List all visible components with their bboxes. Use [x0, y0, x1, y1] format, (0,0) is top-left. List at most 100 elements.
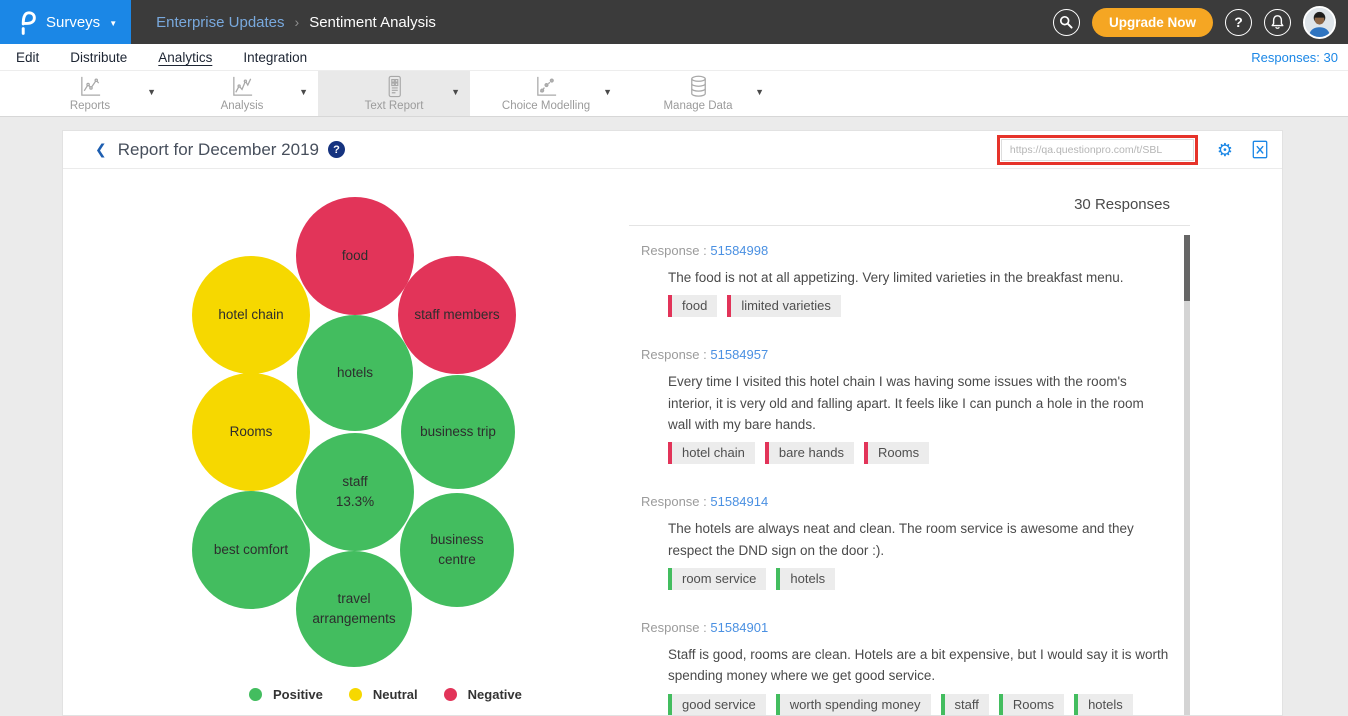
tag-hotels[interactable]: hotels	[776, 568, 835, 590]
upgrade-now-button[interactable]: Upgrade Now	[1092, 8, 1213, 37]
chart-legend: PositiveNeutralNegative	[249, 687, 522, 702]
legend-negative: Negative	[444, 687, 522, 702]
report-header: ❮ Report for December 2019 ? https://qa.…	[63, 131, 1282, 169]
bubble-staff[interactable]: staff13.3%	[296, 433, 414, 551]
response-item: Response : 51584914 The hotels are always…	[641, 494, 1170, 590]
choice-modelling-icon	[534, 75, 559, 99]
bubble-business-trip[interactable]: business trip	[401, 375, 515, 489]
responses-panel: 30 Responses Response : 51584998The food…	[629, 169, 1190, 715]
response-label: Response :	[641, 620, 710, 635]
line-chart-icon	[78, 75, 103, 99]
product-switcher-label: Surveys	[46, 14, 100, 31]
tag-hotel-chain[interactable]: hotel chain	[668, 442, 755, 464]
toolbar-text-report[interactable]: Text Report▼	[318, 71, 470, 116]
settings-gear-icon[interactable]: ⚙	[1217, 141, 1233, 159]
help-button[interactable]: ?	[1225, 9, 1252, 36]
bubble-label: food	[342, 246, 368, 266]
response-item: Response : 51584901 Staff is good, rooms …	[641, 620, 1170, 715]
response-tags: room service hotels	[668, 568, 1170, 590]
tag-staff[interactable]: staff	[941, 694, 989, 715]
response-text: Staff is good, rooms are clean. Hotels a…	[668, 644, 1170, 687]
response-label: Response :	[641, 347, 710, 362]
back-button[interactable]: ❮	[95, 141, 107, 158]
bell-icon	[1270, 14, 1285, 30]
response-label: Response :	[641, 243, 710, 258]
legend-dot	[349, 688, 362, 701]
scrollbar-thumb[interactable]	[1184, 235, 1190, 301]
nav-tab-edit[interactable]: Edit	[16, 50, 39, 65]
responses-count[interactable]: Responses: 30	[1251, 50, 1338, 65]
bubble-label: hotels	[337, 363, 373, 383]
response-item: Response : 51584957Every time I visited …	[641, 347, 1170, 464]
bubble-travel-arrangements[interactable]: travel arrangements	[296, 551, 412, 667]
toolbar-item-label: Analysis	[221, 100, 264, 112]
tag-room-service[interactable]: room service	[668, 568, 766, 590]
topbar-actions: Upgrade Now ?	[1053, 6, 1348, 39]
bubble-hotel-chain[interactable]: hotel chain	[192, 256, 310, 374]
bubble-label: business centre	[410, 530, 503, 569]
response-id-link[interactable]: 51584998	[710, 243, 768, 258]
toolbar-choice-modelling[interactable]: Choice Modelling▼	[470, 71, 622, 116]
bubble-label: staff members	[414, 305, 499, 325]
bubble-container: food hotel chain staff members hotels Rooms b…	[63, 169, 629, 715]
tag-food[interactable]: food	[668, 295, 717, 317]
chevron-down-icon[interactable]: ▼	[755, 87, 764, 97]
response-id-link[interactable]: 51584914	[710, 494, 768, 509]
nav-tab-analytics[interactable]: Analytics	[158, 50, 212, 65]
tag-worth-spending-money[interactable]: worth spending money	[776, 694, 931, 715]
nav-tab-integration[interactable]: Integration	[243, 50, 307, 65]
bubble-staff-members[interactable]: staff members	[398, 256, 516, 374]
toolbar-analysis[interactable]: Analysis ▼	[166, 71, 318, 116]
bubble-business-centre[interactable]: business centre	[400, 493, 514, 607]
trend-chart-icon	[230, 75, 255, 99]
notifications-button[interactable]	[1264, 9, 1291, 36]
scrollbar-track[interactable]	[1184, 235, 1190, 715]
bubble-label: business trip	[420, 422, 496, 442]
tag-rooms[interactable]: Rooms	[999, 694, 1064, 715]
search-button[interactable]	[1053, 9, 1080, 36]
bubble-label: Rooms	[230, 422, 273, 442]
response-id-link[interactable]: 51584901	[710, 620, 768, 635]
avatar-photo	[1305, 8, 1334, 37]
share-url-input[interactable]: https://qa.questionpro.com/t/SBL	[1001, 139, 1194, 161]
bubble-hotels[interactable]: hotels	[297, 315, 413, 431]
breadcrumb-separator: ›	[295, 14, 300, 30]
toolbar-item-label: Manage Data	[663, 100, 732, 112]
tag-limited-varieties[interactable]: limited varieties	[727, 295, 841, 317]
chevron-down-icon[interactable]: ▼	[451, 87, 460, 97]
nav-tab-distribute[interactable]: Distribute	[70, 50, 127, 65]
legend-dot	[249, 688, 262, 701]
response-header: Response : 51584957	[641, 347, 1170, 362]
search-icon	[1059, 15, 1073, 29]
chevron-down-icon[interactable]: ▼	[299, 87, 308, 97]
title-help-icon[interactable]: ?	[328, 141, 345, 158]
toolbar-manage-data[interactable]: Manage Data ▼	[622, 71, 774, 116]
bubble-best-comfort[interactable]: best comfort	[192, 491, 310, 609]
page-background: ❮ Report for December 2019 ? https://qa.…	[0, 117, 1348, 716]
response-text: The hotels are always neat and clean. Th…	[668, 518, 1170, 561]
sentiment-bubble-chart: food hotel chain staff members hotels Rooms b…	[63, 169, 629, 715]
topbar: Surveys ▼ Enterprise Updates › Sentiment…	[0, 0, 1348, 44]
response-id-link[interactable]: 51584957	[710, 347, 768, 362]
tag-rooms[interactable]: Rooms	[864, 442, 929, 464]
breadcrumb-current-page: Sentiment Analysis	[309, 14, 436, 31]
responses-list: Response : 51584998The food is not at al…	[629, 226, 1190, 715]
user-avatar[interactable]	[1303, 6, 1336, 39]
tag-good-service[interactable]: good service	[668, 694, 766, 715]
bubble-label: hotel chain	[218, 305, 283, 325]
report-body: foodhotel chainstaff membershotelsRoomsb…	[63, 169, 1282, 715]
text-report-icon	[382, 75, 407, 99]
bubble-label: travel arrangements	[306, 589, 401, 628]
response-label: Response :	[641, 494, 710, 509]
tag-hotels[interactable]: hotels	[1074, 694, 1133, 715]
breadcrumb-survey-name[interactable]: Enterprise Updates	[156, 14, 284, 31]
chevron-down-icon[interactable]: ▼	[603, 87, 612, 97]
bubble-food[interactable]: food	[296, 197, 414, 315]
bubble-rooms[interactable]: Rooms	[192, 373, 310, 491]
chevron-down-icon[interactable]: ▼	[147, 87, 156, 97]
toolbar-reports[interactable]: Reports▼	[14, 71, 166, 116]
export-excel-button[interactable]	[1252, 140, 1268, 159]
legend-positive: Positive	[249, 687, 323, 702]
surveys-product-menu[interactable]: Surveys ▼	[0, 0, 131, 44]
tag-bare-hands[interactable]: bare hands	[765, 442, 854, 464]
